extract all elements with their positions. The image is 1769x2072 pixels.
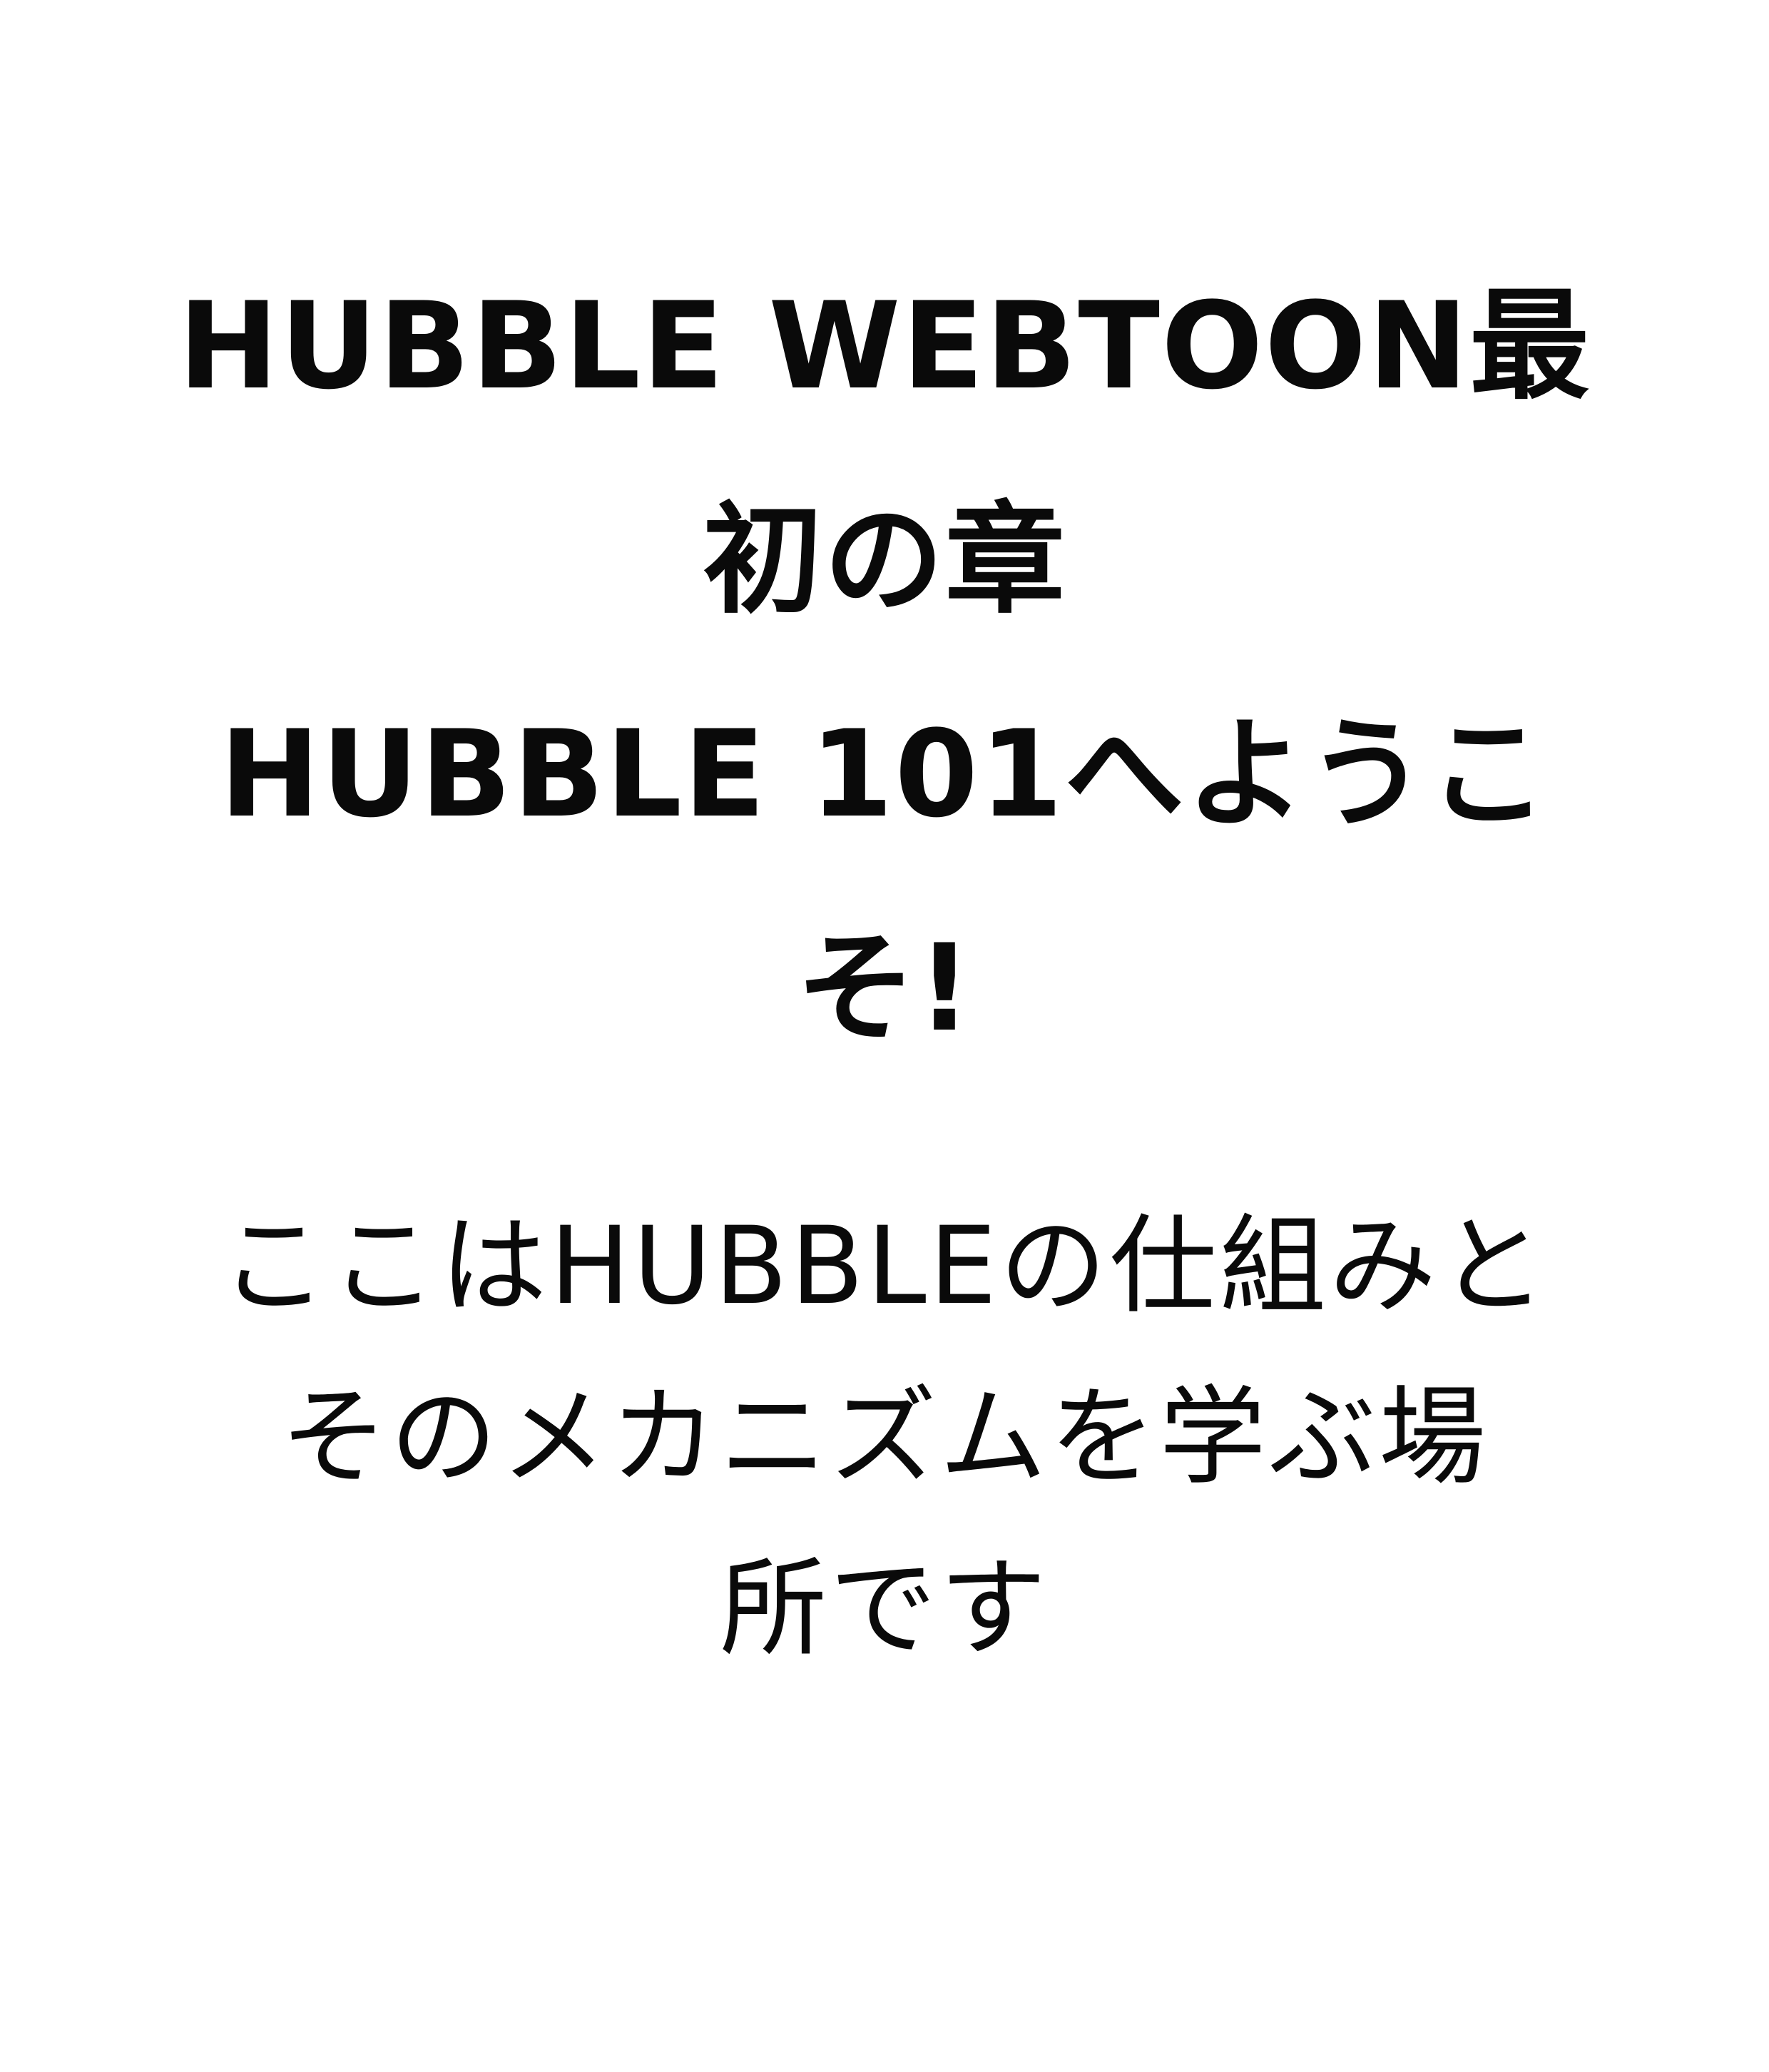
page: HUBBLE WEBTOON最 初の章 HUBBLE 101へようこ そ! ここ… — [0, 0, 1769, 2072]
title-line-4: そ! — [795, 918, 974, 1058]
title-line-2: 初の章 — [703, 490, 1066, 630]
title-line-1: HUBBLE WEBTOON最 — [178, 276, 1591, 416]
body-line-2: そのメカニズムを学ぶ場 — [280, 1376, 1489, 1500]
body-line-1: ここはHUBBLEの仕組みと — [220, 1204, 1549, 1329]
intro-text: ここはHUBBLEの仕組みと そのメカニズムを学ぶ場 所です — [0, 1181, 1769, 1695]
title-line-3: HUBBLE 101へようこ — [219, 704, 1550, 844]
chapter-title: HUBBLE WEBTOON最 初の章 HUBBLE 101へようこ そ! — [0, 239, 1769, 1095]
body-line-3: 所です — [719, 1547, 1049, 1671]
